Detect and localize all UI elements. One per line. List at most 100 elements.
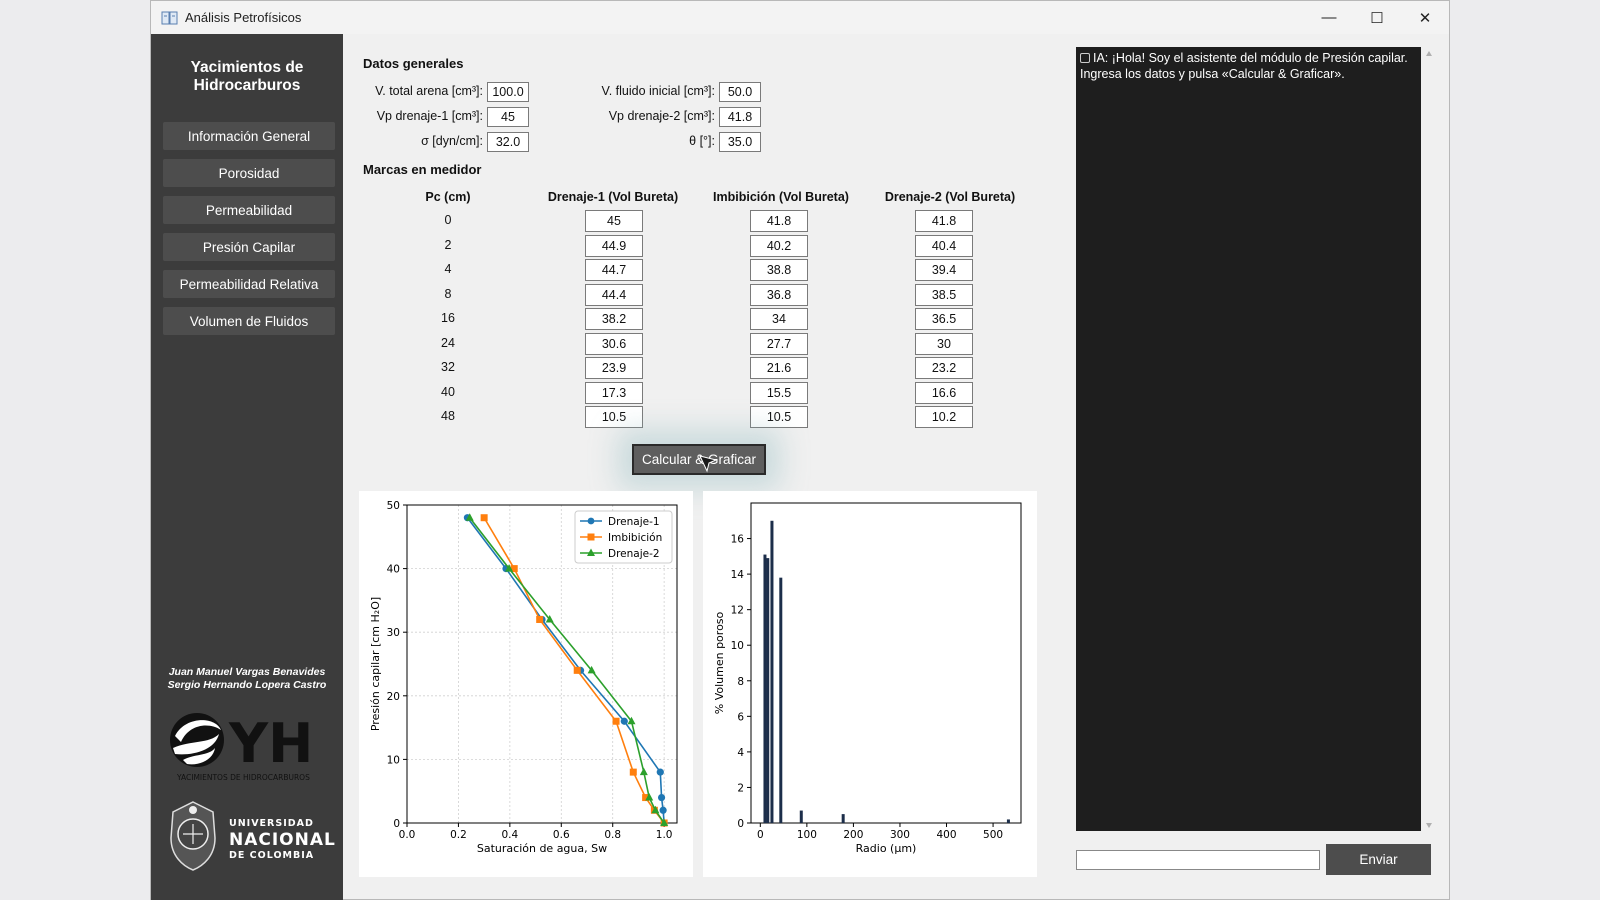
un-logo-line3: DE COLOMBIA [229, 850, 314, 861]
sidebar: Yacimientos de Hidrocarburos Información… [151, 34, 343, 900]
yh-logo-text: YH [228, 712, 313, 775]
chat-message-text: IA: ¡Hola! Soy el asistente del módulo d… [1080, 51, 1408, 81]
scroll-down-icon[interactable] [1426, 823, 1432, 828]
chat-panel[interactable]: IA: ¡Hola! Soy el asistente del módulo d… [1076, 47, 1421, 831]
sidebar-item-porosidad[interactable]: Porosidad [163, 159, 335, 187]
drenaje-2-input[interactable]: 40.4 [915, 234, 973, 257]
drenaje-1-input[interactable]: 38.2 [585, 308, 643, 330]
bar [799, 810, 803, 823]
sidebar-item-volumen-de-fluidos[interactable]: Volumen de Fluidos [163, 307, 335, 335]
drenaje-1-input[interactable]: 30.6 [585, 332, 643, 355]
imbibicion-input[interactable]: 10.5 [750, 406, 808, 428]
data-point [620, 717, 628, 725]
data-point [573, 666, 581, 674]
v-fluido-inicial-label: V. fluido inicial [cm³]: [601, 84, 715, 98]
robot-icon [1080, 53, 1090, 63]
drenaje-1-input[interactable]: 10.5 [585, 406, 643, 428]
vp-drenaje-1-label: Vp drenaje-1 [cm³]: [376, 109, 483, 123]
vp-drenaje-2-input[interactable]: 41.8 [719, 107, 761, 127]
vp-drenaje-1-input[interactable]: 45 [487, 107, 529, 127]
pc-value: 0 [444, 213, 452, 227]
vp-drenaje-2-label: Vp drenaje-2 [cm³]: [608, 109, 715, 123]
x-tick-label: 300 [890, 829, 910, 841]
chat-message: IA: ¡Hola! Soy el asistente del módulo d… [1080, 50, 1415, 82]
drenaje-2-input[interactable]: 38.5 [915, 283, 973, 306]
x-axis-label: Radio (µm) [856, 842, 917, 855]
enviar-button[interactable]: Enviar [1326, 844, 1431, 875]
y-axis-label: Presión capilar [cm H₂O] [369, 597, 382, 731]
x-tick-label: 0.4 [502, 829, 519, 841]
minimize-icon[interactable]: — [1305, 1, 1353, 34]
data-point [629, 768, 637, 776]
drenaje-2-input[interactable]: 16.6 [915, 381, 973, 404]
x-tick-label: 0 [757, 829, 764, 841]
close-icon[interactable]: ✕ [1401, 1, 1449, 34]
pc-value: 32 [441, 360, 455, 374]
drenaje-1-input[interactable]: 44.9 [585, 234, 643, 257]
data-point [659, 806, 667, 814]
imbibicion-input[interactable]: 27.7 [750, 332, 808, 355]
theta-input[interactable]: 35.0 [719, 132, 761, 152]
bar [1006, 819, 1010, 823]
imbibicion-input[interactable]: 36.8 [750, 283, 808, 306]
universidad-nacional-logo: UNIVERSIDAD NACIONAL DE COLOMBIA [170, 801, 335, 871]
y-tick-label: 0 [737, 818, 744, 830]
x-tick-label: 100 [797, 829, 817, 841]
maximize-icon[interactable]: ☐ [1353, 1, 1401, 34]
datos-generales-title: Datos generales [363, 56, 464, 71]
pc-value: 8 [444, 286, 452, 301]
legend-marker [587, 517, 595, 525]
imbibicion-input[interactable]: 15.5 [750, 381, 808, 404]
scroll-up-icon[interactable] [1426, 51, 1432, 56]
y-tick-label: 10 [387, 754, 400, 766]
marcas-medidor-title: Marcas en medidor [363, 162, 482, 177]
data-point [656, 768, 664, 776]
drenaje-2-input[interactable]: 10.2 [915, 406, 973, 428]
imbibicion-input[interactable]: 40.2 [750, 234, 808, 257]
v-fluido-inicial-input[interactable]: 50.0 [719, 82, 761, 102]
drenaje-2-input[interactable]: 23.2 [915, 357, 973, 379]
imbibicion-input[interactable]: 38.8 [750, 259, 808, 281]
v-total-arena-input[interactable]: 100.0 [487, 82, 529, 102]
capillary-pressure-chart-area: 0.0 0.2 0.4 0.6 0.8 1.0 0 10 20 30 40 50 Drenaje-1 Im… [359, 491, 693, 877]
sidebar-item-informacion-general[interactable]: Información General [163, 122, 335, 150]
sigma-label: σ [dyn/cm]: [421, 134, 483, 148]
series-line-Drenaje-1 [466, 517, 665, 824]
drenaje-1-input[interactable]: 44.7 [585, 259, 643, 281]
sigma-input[interactable]: 32.0 [487, 132, 529, 152]
drenaje-1-input[interactable]: 23.9 [585, 357, 643, 379]
data-point [657, 793, 666, 802]
chat-scrollbar[interactable] [1424, 47, 1434, 831]
drenaje-2-input[interactable]: 41.8 [915, 210, 973, 232]
drenaje-2-input[interactable]: 39.4 [915, 259, 973, 281]
y-tick-label: 16 [731, 534, 745, 546]
data-point [639, 767, 648, 776]
bar [770, 520, 774, 823]
pc-value: 40 [441, 384, 455, 399]
pore-volume-chart-area: 0 100 200 300 400 500 0 2 4 6 8 10 12 14 16 Radio (µm)%… [703, 491, 1037, 877]
drenaje-1-input[interactable]: 45 [585, 210, 643, 232]
y-tick-label: 2 [737, 782, 744, 794]
drenaje-2-input[interactable]: 30 [915, 332, 973, 355]
y-tick-label: 0 [393, 818, 400, 830]
chat-input[interactable] [1076, 850, 1320, 870]
title-bar[interactable]: Análisis Petrofísicos — ☐ ✕ [151, 1, 1449, 34]
yh-logo: YH YACIMIENTOS DE HIDROCARBUROS [170, 712, 313, 782]
imbibicion-input[interactable]: 21.6 [750, 357, 808, 379]
sidebar-title-line1: Yacimientos de [190, 59, 304, 76]
data-point [536, 615, 544, 623]
drenaje-1-input[interactable]: 44.4 [585, 283, 643, 306]
data-point [480, 514, 488, 522]
imbibicion-input[interactable]: 34 [750, 308, 808, 330]
drenaje-1-input[interactable]: 17.3 [585, 381, 643, 404]
imbibicion-input[interactable]: 41.8 [750, 210, 808, 232]
sidebar-item-presion-capilar[interactable]: Presión Capilar [163, 233, 335, 261]
author-1: Juan Manuel Vargas Benavides [168, 666, 326, 678]
yh-logo-caption: YACIMIENTOS DE HIDROCARBUROS [176, 773, 310, 782]
col-header-pc: Pc (cm) [425, 190, 471, 204]
sidebar-item-permeabilidad-relativa[interactable]: Permeabilidad Relativa [163, 270, 335, 298]
x-tick-label: 0.6 [553, 829, 570, 841]
y-tick-label: 20 [387, 691, 400, 703]
drenaje-2-input[interactable]: 36.5 [915, 308, 973, 330]
sidebar-item-permeabilidad[interactable]: Permeabilidad [163, 196, 335, 224]
